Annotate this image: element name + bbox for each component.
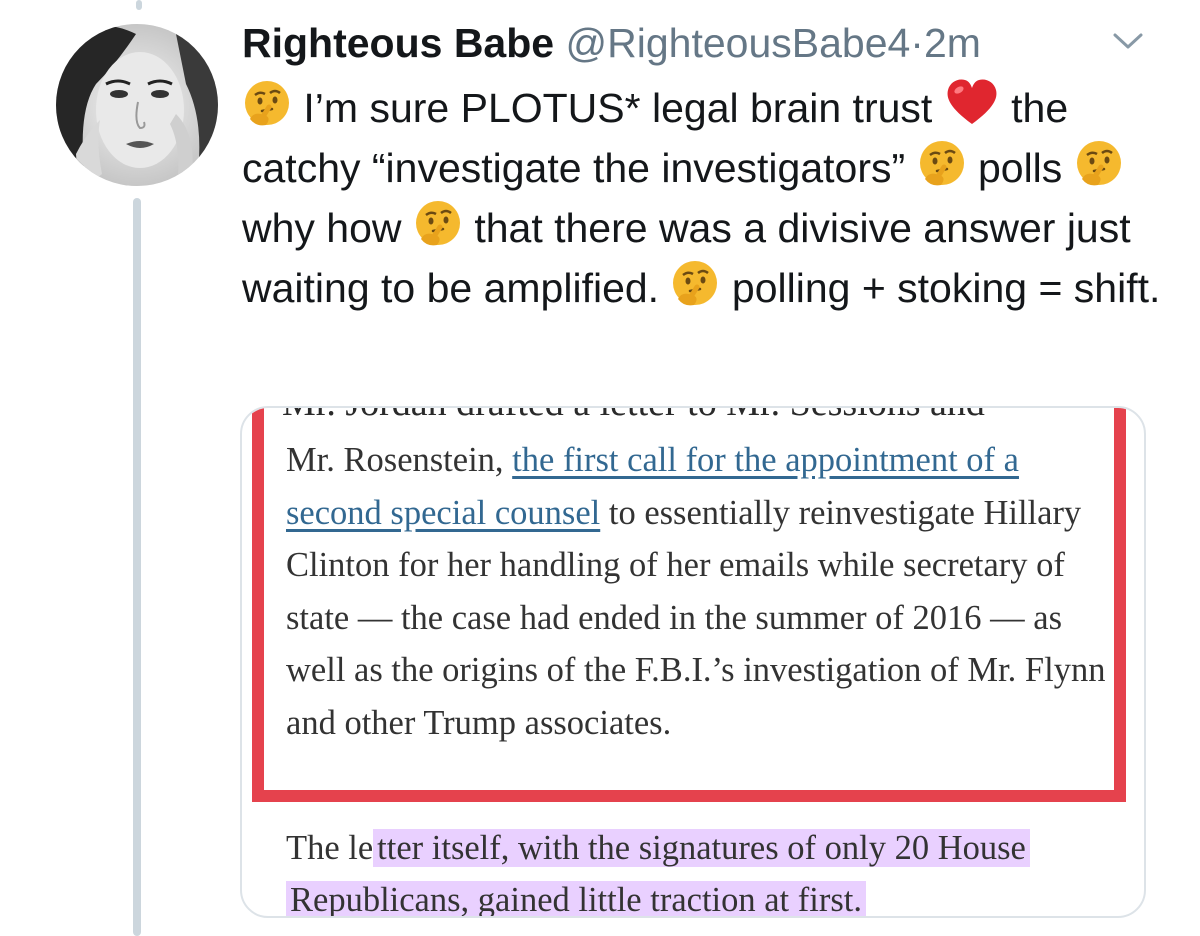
red-heart-emoji <box>947 79 997 124</box>
highlighted-text: tter itself, with the signatures of only… <box>286 829 1030 916</box>
avatar[interactable] <box>56 24 218 186</box>
chevron-down-icon[interactable] <box>1110 26 1146 56</box>
thinking-face-emoji <box>415 201 460 246</box>
tweet-text: I’m sure PLOTUS* legal brain trust the c… <box>242 76 1182 318</box>
tweet-text-segment: why how <box>242 205 402 251</box>
thread-connector <box>133 198 141 936</box>
article-paragraph: Mr. Rosenstein, the first call for the a… <box>286 434 1116 749</box>
profile-photo <box>56 24 218 186</box>
tweet-text-segment: polls <box>977 145 1063 191</box>
thinking-face-emoji <box>245 81 289 126</box>
thinking-face-emoji <box>919 141 964 186</box>
tweet-text-segment: I’m sure PLOTUS* legal brain trust <box>303 85 933 131</box>
attached-image[interactable]: Mr. Jordan drafted a letter to Mr. Sessi… <box>240 406 1146 918</box>
thinking-face-emoji <box>673 261 718 306</box>
tweet-header: Righteous Babe @RighteousBabe4·2m <box>242 18 1162 68</box>
timestamp[interactable]: 2m <box>924 20 981 66</box>
tweet-text-segment: polling + stoking = shift. <box>731 265 1161 311</box>
author-name[interactable]: Righteous Babe <box>242 20 554 66</box>
thinking-face-emoji <box>1076 141 1121 186</box>
separator-dot: · <box>910 20 924 66</box>
article-paragraph-2: The le tter itself, with the signatures o… <box>286 822 1126 916</box>
article-text: The le <box>286 829 374 867</box>
article-text: Mr. Rosenstein, <box>286 441 504 479</box>
thread-connector-top <box>136 0 142 10</box>
author-handle[interactable]: @RighteousBabe4 <box>566 20 911 66</box>
